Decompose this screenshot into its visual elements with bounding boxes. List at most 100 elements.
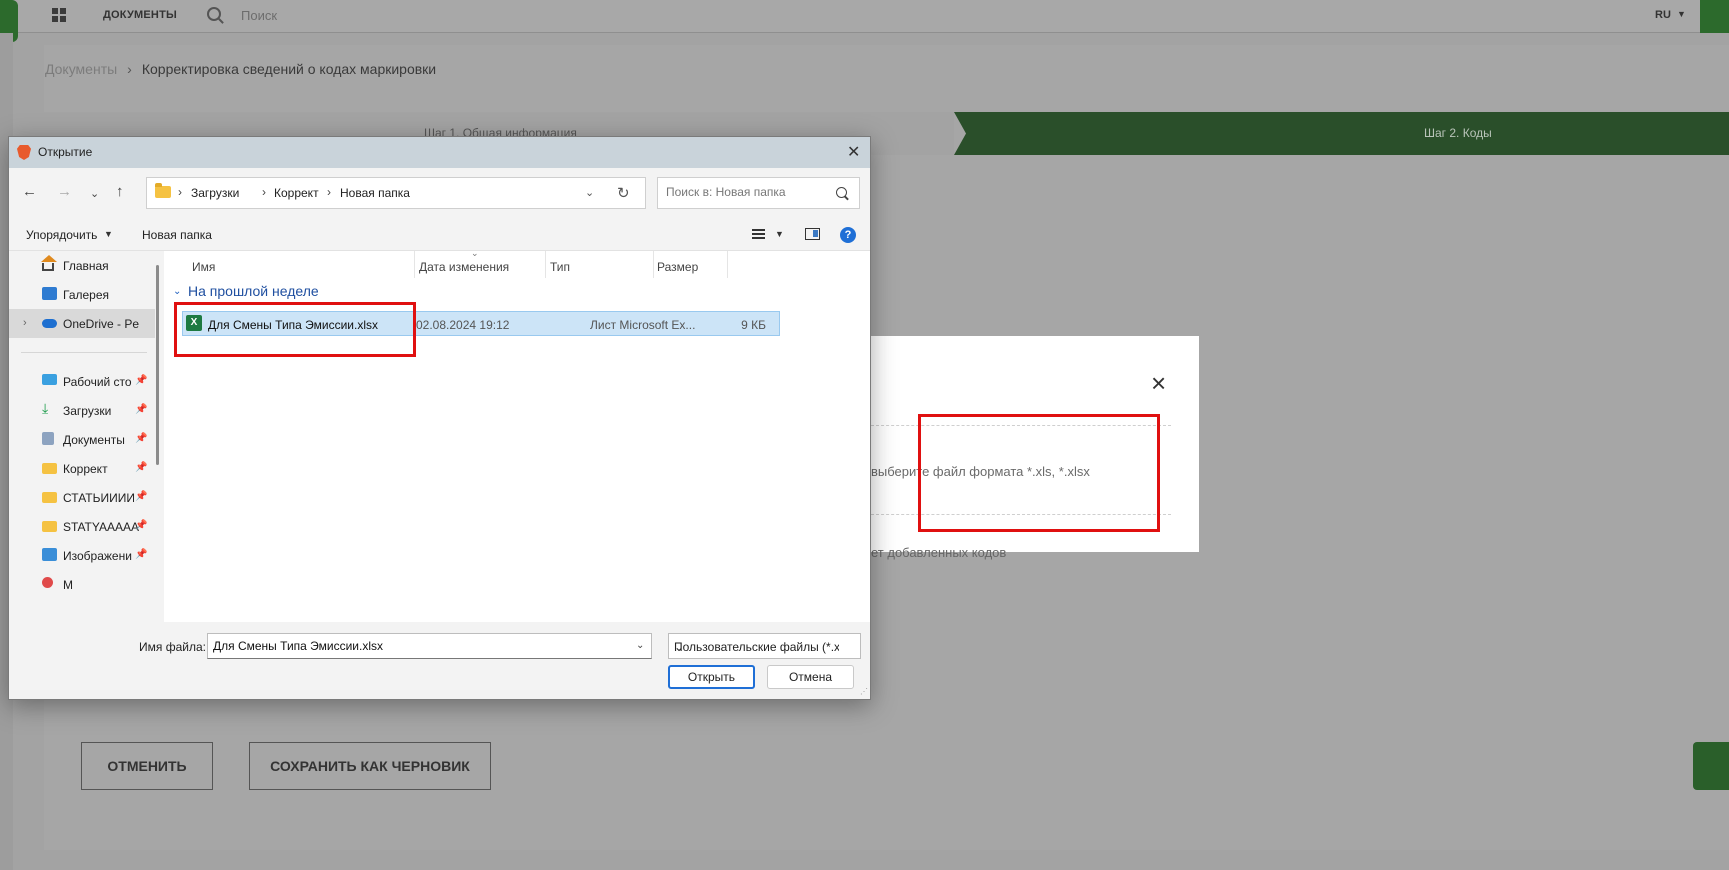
- folder-icon: [42, 521, 57, 532]
- scrollbar-thumb[interactable]: [156, 265, 159, 465]
- dialog-bottom-bar: Имя файла: ⌄ Пользовательские файлы (*.x…: [9, 622, 870, 698]
- save-draft-button[interactable]: СОХРАНИТЬ КАК ЧЕРНОВИК: [249, 742, 491, 790]
- organize-button[interactable]: Упорядочить: [26, 228, 97, 242]
- column-header-name[interactable]: Имя: [184, 251, 414, 278]
- nav-item-label: Галерея: [63, 288, 110, 302]
- dialog-titlebar: Открытие ✕: [9, 137, 870, 168]
- column-header-type[interactable]: Тип: [542, 251, 651, 278]
- nav-item-korrekt[interactable]: Коррект 📌: [9, 454, 159, 483]
- chevron-down-icon[interactable]: ⌄: [636, 640, 644, 651]
- nav-item-label: Рабочий сто: [63, 375, 132, 389]
- nav-item-home[interactable]: Главная: [9, 251, 159, 280]
- onedrive-icon: [42, 319, 57, 328]
- refresh-icon[interactable]: ↻: [617, 184, 630, 202]
- cancel-button[interactable]: ОТМЕНИТЬ: [81, 742, 213, 790]
- chevron-down-icon: ▼: [104, 229, 113, 239]
- address-crumb-downloads[interactable]: Загрузки: [191, 186, 239, 200]
- filename-input[interactable]: [213, 639, 623, 653]
- chevron-down-icon[interactable]: ▼: [775, 229, 784, 239]
- top-bar: ДОКУМЕНТЫ Поиск RU ▼: [0, 0, 1729, 42]
- pin-icon: 📌: [135, 404, 148, 415]
- nav-item-label: Изображени: [63, 549, 132, 563]
- nav-tab-documents[interactable]: ДОКУМЕНТЫ: [103, 9, 177, 21]
- help-icon[interactable]: ?: [840, 227, 856, 243]
- music-icon: [42, 577, 53, 588]
- chevron-down-icon[interactable]: ⌄: [173, 286, 181, 297]
- chevron-down-icon: ⌄: [674, 640, 685, 654]
- filetype-select[interactable]: Пользовательские файлы (*.x ⌄: [668, 633, 861, 659]
- documents-icon: [42, 432, 54, 445]
- search-icon: [207, 7, 221, 21]
- added-codes-text: ет добавленных кодов: [871, 545, 1007, 560]
- dialog-title: Открытие: [38, 145, 93, 159]
- breadcrumb-documents-link[interactable]: Документы: [45, 61, 117, 77]
- open-button[interactable]: Открыть: [668, 665, 755, 689]
- breadcrumb-separator-icon: ›: [127, 61, 132, 77]
- breadcrumb: Документы › Корректировка сведений о кодах…: [45, 61, 436, 77]
- nav-pane-scrollbar[interactable]: [155, 251, 161, 623]
- file-type: Лист Microsoft Ex...: [590, 318, 696, 332]
- chevron-right-icon: ›: [262, 185, 266, 199]
- resize-grip-icon[interactable]: ⋰: [860, 687, 868, 696]
- folder-icon: [42, 463, 57, 474]
- next-button[interactable]: [1693, 742, 1729, 790]
- download-icon: ⤓: [42, 400, 49, 416]
- address-crumb-korrekt[interactable]: Коррект: [274, 186, 319, 200]
- nav-item-label: М: [63, 578, 73, 592]
- chevron-right-icon[interactable]: ›: [23, 317, 27, 329]
- column-header-label: Тип: [550, 260, 571, 274]
- folder-icon: [42, 492, 57, 503]
- up-arrow-icon[interactable]: ↑: [116, 183, 124, 200]
- breadcrumb-current: Корректировка сведений о кодах маркировк…: [141, 61, 437, 77]
- pin-icon: 📌: [135, 491, 148, 502]
- preview-pane-icon[interactable]: [805, 228, 820, 240]
- nav-item-music[interactable]: М: [9, 570, 159, 599]
- folder-icon: [155, 183, 171, 198]
- recent-locations-chevron-icon[interactable]: ⌄: [90, 187, 99, 200]
- nav-item-label: OneDrive - Persc: [63, 317, 139, 331]
- column-header-size[interactable]: Размер: [649, 251, 727, 278]
- forward-arrow-icon[interactable]: →: [57, 183, 72, 200]
- language-selector[interactable]: RU: [1655, 9, 1671, 21]
- view-options-icon[interactable]: [752, 229, 765, 239]
- cancel-dialog-button[interactable]: Отмена: [767, 665, 854, 689]
- app-search-input[interactable]: Поиск: [241, 8, 277, 23]
- dialog-close-icon[interactable]: ✕: [847, 142, 860, 162]
- navigation-row: ← → ⌄ ↑ › Загрузки › Коррект › Новая пап…: [9, 168, 870, 218]
- nav-item-desktop[interactable]: Рабочий сто 📌: [9, 367, 159, 396]
- step-2-label: Шаг 2. Коды: [1424, 126, 1492, 140]
- pin-icon: 📌: [135, 462, 148, 473]
- column-divider[interactable]: [727, 251, 728, 278]
- highlight-box-file: [174, 302, 416, 357]
- column-header-date[interactable]: Дата изменения: [411, 251, 542, 278]
- chevron-right-icon: ›: [327, 185, 331, 199]
- nav-item-documents[interactable]: Документы 📌: [9, 425, 159, 454]
- group-header[interactable]: На прошлой неделе: [188, 283, 319, 299]
- user-menu-button[interactable]: [1700, 0, 1729, 33]
- address-bar[interactable]: › Загрузки › Коррект › Новая папка ⌄ ↻: [146, 177, 646, 209]
- new-folder-button[interactable]: Новая папка: [142, 228, 212, 242]
- chevron-down-icon: ▼: [1677, 9, 1686, 19]
- back-arrow-icon[interactable]: ←: [22, 183, 37, 200]
- step-2[interactable]: Шаг 2. Коды: [954, 112, 1729, 155]
- nav-item-statyi[interactable]: СТАТЬИИИИ 📌: [9, 483, 159, 512]
- brave-browser-icon: [17, 145, 31, 160]
- address-crumb-new-folder[interactable]: Новая папка: [340, 186, 410, 200]
- nav-item-onedrive[interactable]: › OneDrive - Persc: [9, 309, 159, 338]
- navigation-pane: Главная Галерея › OneDrive - Persc Рабоч…: [9, 251, 159, 623]
- nav-item-downloads[interactable]: ⤓ Загрузки 📌: [9, 396, 159, 425]
- nav-item-pictures[interactable]: Изображени 📌: [9, 541, 159, 570]
- file-date: 02.08.2024 19:12: [416, 318, 510, 332]
- filename-label: Имя файла:: [139, 640, 206, 654]
- chevron-down-icon[interactable]: ⌄: [585, 186, 594, 199]
- pin-icon: 📌: [135, 433, 148, 444]
- folder-search-input[interactable]: [666, 185, 826, 199]
- highlight-box-dropzone: [918, 414, 1160, 532]
- nav-item-label: СТАТЬИИИИ: [63, 491, 135, 505]
- nav-item-gallery[interactable]: Галерея: [9, 280, 159, 309]
- close-icon[interactable]: ×: [1151, 370, 1166, 396]
- nav-item-statya[interactable]: STATYAAAAA 📌: [9, 512, 159, 541]
- nav-item-label: Загрузки: [63, 404, 112, 418]
- apps-grid-icon[interactable]: [52, 8, 66, 22]
- home-icon: [41, 255, 57, 271]
